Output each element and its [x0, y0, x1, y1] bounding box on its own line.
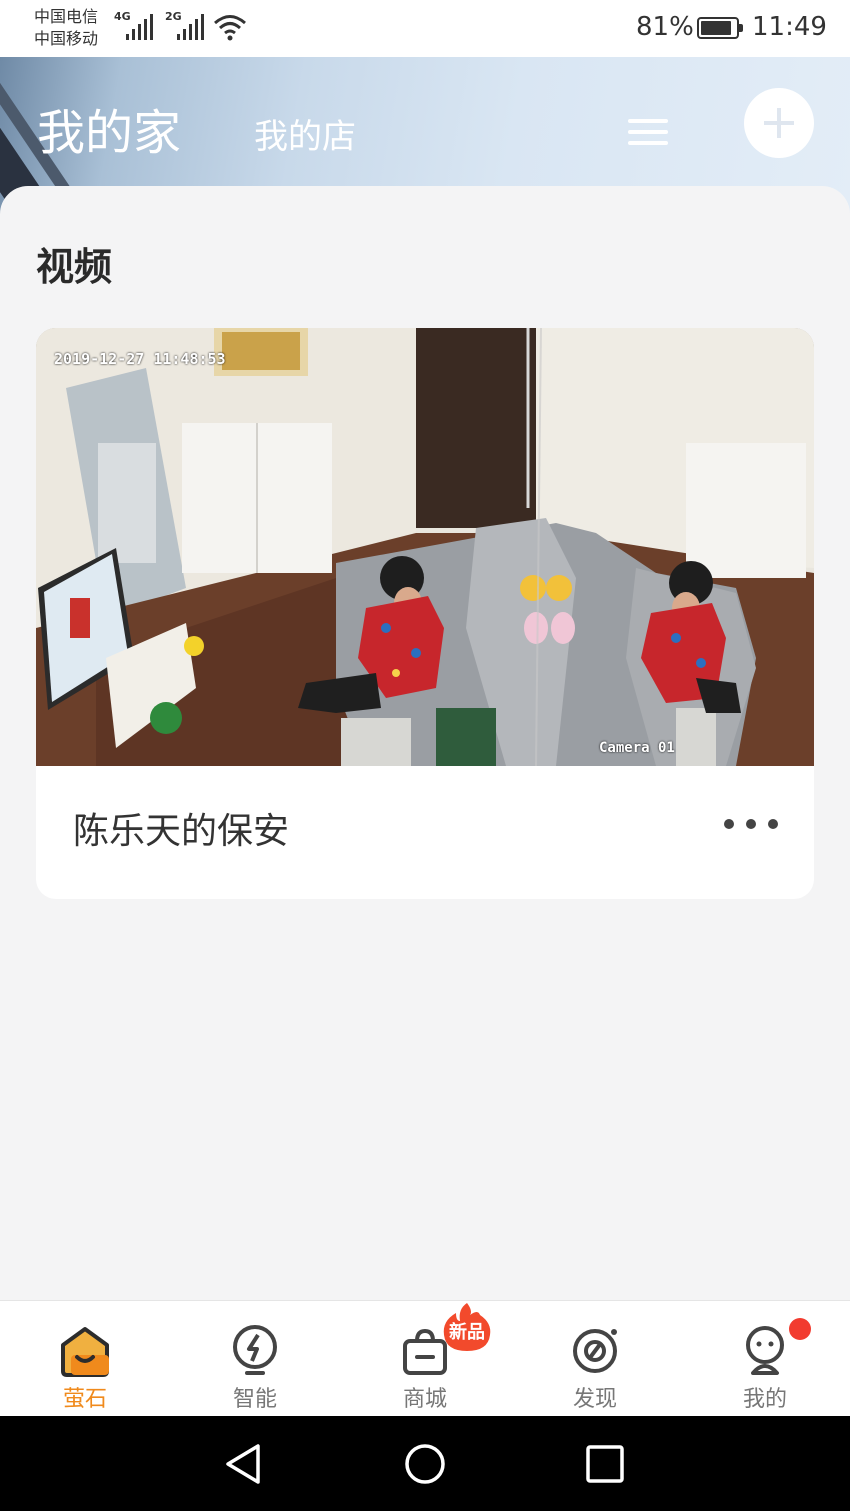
- system-nav-bar: [0, 1416, 850, 1511]
- bottom-tab-bar: 萤石 智能 商城 发现 我的 新品: [0, 1300, 850, 1416]
- home-circle-icon[interactable]: [403, 1442, 447, 1486]
- new-product-badge: 新品: [440, 1301, 494, 1353]
- tab-label: 智能: [232, 1387, 277, 1412]
- discover-icon: [573, 1329, 617, 1373]
- battery-percent: 81%: [636, 12, 694, 42]
- tab-label: 我的: [742, 1387, 787, 1412]
- tab-ezviz-home[interactable]: 萤石: [0, 1301, 170, 1417]
- signal-1-icon: 4G: [114, 10, 158, 42]
- battery-icon: [697, 17, 743, 39]
- clock: 11:49: [752, 12, 827, 42]
- signal-2-icon: 2G: [165, 10, 209, 42]
- tab-my-home[interactable]: 我的家: [37, 93, 181, 163]
- camera-label-overlay: Camera 01: [599, 740, 675, 756]
- menu-icon[interactable]: [628, 119, 668, 149]
- recents-square-icon[interactable]: [583, 1442, 627, 1486]
- camera-snapshot-image: [36, 328, 814, 766]
- tab-label: 商城: [402, 1387, 447, 1412]
- tab-label: 萤石: [62, 1387, 107, 1412]
- smart-bolt-icon: [233, 1325, 277, 1375]
- wifi-icon: [214, 15, 246, 41]
- carrier-2: 中国移动: [34, 29, 99, 48]
- tab-mine[interactable]: 我的: [680, 1301, 850, 1417]
- profile-icon: [746, 1326, 784, 1375]
- tab-label: 发现: [572, 1387, 617, 1412]
- device-name: 陈乐天的保安: [73, 811, 290, 852]
- notification-dot: [789, 1318, 811, 1340]
- camera-preview[interactable]: 2019-12-27 11:48:53 Camera 01: [36, 328, 814, 766]
- more-dots-icon[interactable]: [724, 816, 778, 832]
- tab-my-shop[interactable]: 我的店: [254, 109, 356, 158]
- status-bar: 中国电信 中国移动 4G 2G 81% 11:49: [0, 0, 850, 57]
- new-badge-label: 新品: [449, 1322, 485, 1343]
- back-triangle-icon[interactable]: [222, 1442, 266, 1486]
- home-icon: [61, 1327, 109, 1377]
- timestamp-overlay: 2019-12-27 11:48:53: [54, 350, 226, 368]
- carrier-names: 中国电信 中国移动: [34, 6, 98, 50]
- tab-smart[interactable]: 智能: [170, 1301, 340, 1417]
- tab-discover[interactable]: 发现: [510, 1301, 680, 1417]
- add-device-button[interactable]: [744, 88, 814, 158]
- device-card[interactable]: 2019-12-27 11:48:53 Camera 01 陈乐天的保安: [36, 328, 814, 899]
- carrier-1: 中国电信: [34, 7, 99, 26]
- content-sheet: 视频 2019-12-27 11:48:53 Camera 01 陈乐天的保安: [0, 186, 850, 1300]
- section-title: 视频: [36, 245, 113, 289]
